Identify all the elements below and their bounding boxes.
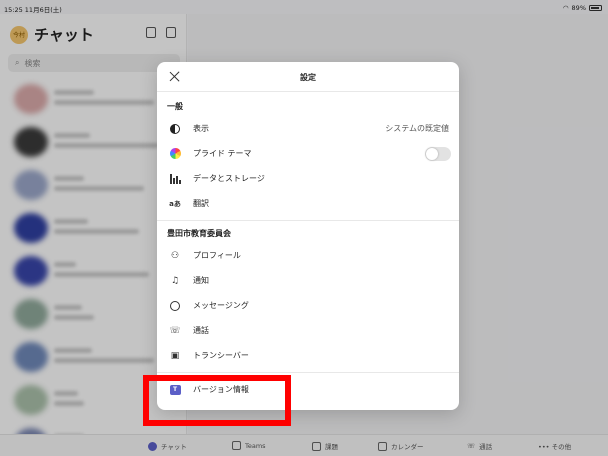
person-icon: ⚇ bbox=[170, 250, 180, 261]
setting-data-storage[interactable]: データとストレージ bbox=[157, 166, 459, 191]
setting-label: 通知 bbox=[193, 276, 209, 285]
contrast-icon bbox=[169, 123, 181, 135]
rainbow-icon bbox=[169, 148, 181, 160]
walkie-talkie-icon: ▣ bbox=[170, 350, 180, 361]
setting-walkie-talkie[interactable]: ▣ トランシーバー bbox=[157, 343, 459, 368]
setting-label: 表示 bbox=[193, 124, 209, 133]
section-general: 一般 bbox=[167, 102, 183, 111]
message-icon bbox=[169, 300, 181, 312]
setting-label: トランシーバー bbox=[193, 351, 249, 360]
setting-pride-theme[interactable]: プライド テーマ bbox=[157, 141, 459, 166]
phone-icon: ☏ bbox=[169, 325, 181, 336]
setting-label: メッセージング bbox=[193, 301, 249, 310]
setting-label: データとストレージ bbox=[193, 174, 265, 183]
divider bbox=[157, 220, 459, 221]
divider bbox=[157, 372, 459, 373]
setting-notifications[interactable]: ♫ 通知 bbox=[157, 268, 459, 293]
setting-label: プロフィール bbox=[193, 251, 241, 260]
translate-icon: aあ bbox=[169, 199, 181, 208]
bell-icon: ♫ bbox=[170, 275, 180, 286]
section-org: 豊田市教育委員会 bbox=[167, 229, 231, 238]
setting-profile[interactable]: ⚇ プロフィール bbox=[157, 243, 459, 268]
highlight-box bbox=[143, 375, 291, 426]
setting-label: プライド テーマ bbox=[193, 149, 252, 158]
setting-translation[interactable]: aあ 翻訳 bbox=[157, 191, 459, 216]
dialog-header: 設定 bbox=[157, 62, 459, 92]
setting-messaging[interactable]: メッセージング bbox=[157, 293, 459, 318]
setting-label: 通話 bbox=[193, 326, 209, 335]
setting-calls[interactable]: ☏ 通話 bbox=[157, 318, 459, 343]
setting-display[interactable]: 表示 システムの既定値 bbox=[157, 116, 459, 141]
storage-icon bbox=[169, 173, 181, 185]
settings-dialog: 設定 一般 表示 システムの既定値 プライド テーマ データとストレージ aあ … bbox=[157, 62, 459, 410]
dialog-title: 設定 bbox=[300, 73, 316, 82]
pride-theme-toggle[interactable] bbox=[425, 147, 451, 161]
setting-value: システムの既定値 bbox=[385, 124, 449, 133]
setting-label: 翻訳 bbox=[193, 199, 209, 208]
